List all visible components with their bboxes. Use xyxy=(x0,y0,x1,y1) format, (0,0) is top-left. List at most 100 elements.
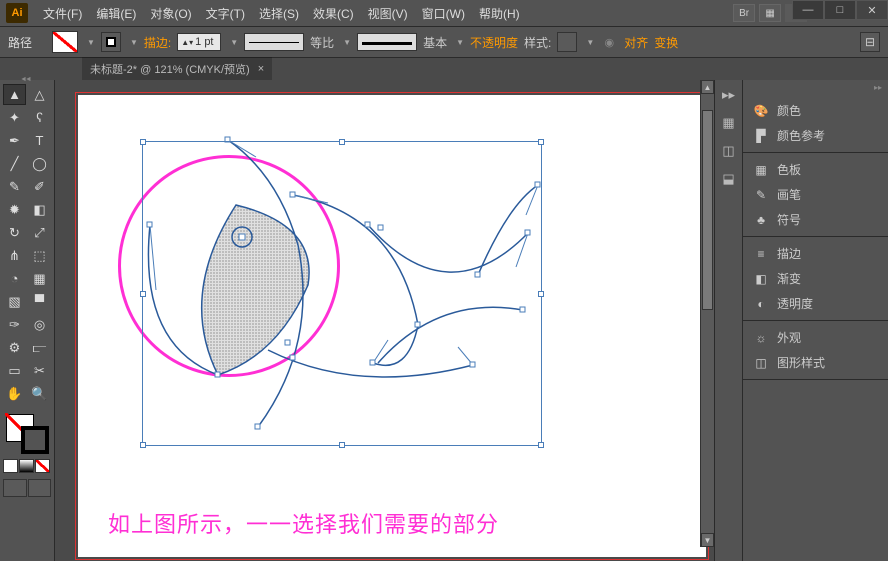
type-tool[interactable]: T xyxy=(28,130,51,151)
symbol-sprayer-tool[interactable]: ⚙ xyxy=(3,337,26,358)
scroll-up-icon[interactable]: ▲ xyxy=(701,80,714,94)
vw-profile[interactable] xyxy=(244,33,304,51)
panel-color[interactable]: 🎨颜色 xyxy=(743,98,888,123)
menu-select[interactable]: 选择(S) xyxy=(252,5,306,22)
toolbox: ▲△ ✦ʕ ✒T ╱◯ ✎✐ ✹◧ ↻⤢ ⋔⬚ ◔▦ ▧▀ ✑◎ ⚙⫍ ▭✂ ✋… xyxy=(0,80,55,561)
vw-dd[interactable]: ▼ xyxy=(343,38,351,47)
eraser-tool[interactable]: ◧ xyxy=(28,199,51,220)
artboard[interactable]: 如上图所示，一一选择我们需要的部分 xyxy=(78,95,706,557)
gradient-tool[interactable]: ▀ xyxy=(28,291,51,312)
brush-label: 基本 xyxy=(423,34,447,51)
minimize-button[interactable]: — xyxy=(792,0,824,20)
stroke-weight-input[interactable]: ▲▾1 pt xyxy=(177,33,221,51)
panel-symbols[interactable]: ♣符号 xyxy=(743,207,888,232)
stroke-weight-dd[interactable]: ▼ xyxy=(230,38,238,47)
scale-tool[interactable]: ⤢ xyxy=(28,222,51,243)
style-dd[interactable]: ▼ xyxy=(586,38,594,47)
color-guide-icon: ▛ xyxy=(753,129,769,143)
line-tool[interactable]: ╱ xyxy=(3,153,26,174)
recolor-icon[interactable]: ◉ xyxy=(600,33,618,51)
fill-dd[interactable]: ▼ xyxy=(87,38,95,47)
swatches-icon: ▦ xyxy=(753,163,769,177)
document-tab[interactable]: 未标题-2* @ 121% (CMYK/预览) × xyxy=(82,57,272,80)
panel-transparency[interactable]: ◐透明度 xyxy=(743,291,888,316)
pencil-tool[interactable]: ✐ xyxy=(28,176,51,197)
dock-expand-icon[interactable]: ▸▸ xyxy=(720,86,738,104)
panel-color-guide[interactable]: ▛颜色参考 xyxy=(743,123,888,148)
menu-type[interactable]: 文字(T) xyxy=(199,5,252,22)
panel-graphic-styles[interactable]: ◫图形样式 xyxy=(743,350,888,375)
tab-close-icon[interactable]: × xyxy=(258,63,264,75)
menu-window[interactable]: 窗口(W) xyxy=(415,5,472,22)
shape-builder-tool[interactable]: ◔ xyxy=(3,268,26,289)
menu-view[interactable]: 视图(V) xyxy=(361,5,415,22)
close-button[interactable]: ✕ xyxy=(856,0,888,20)
zoom-tool[interactable]: 🔍 xyxy=(28,383,51,404)
transform-label[interactable]: 变换 xyxy=(654,34,678,51)
panels-collapse-icon[interactable]: ▸▸ xyxy=(743,80,888,94)
collapsed-dock: ▸▸ ▦ ◫ ⬓ xyxy=(714,80,742,561)
free-transform-tool[interactable]: ⬚ xyxy=(28,245,51,266)
stroke-swatch[interactable] xyxy=(101,32,121,52)
menubar: Ai 文件(F) 编辑(E) 对象(O) 文字(T) 选择(S) 效果(C) 视… xyxy=(0,0,888,26)
perspective-tool[interactable]: ▦ xyxy=(28,268,51,289)
arrange-icon[interactable]: ▦ xyxy=(759,4,781,22)
align-label[interactable]: 对齐 xyxy=(624,34,648,51)
panel-menu-icon[interactable]: ⊟ xyxy=(860,32,880,52)
rotate-tool[interactable]: ↻ xyxy=(3,222,26,243)
bridge-icon[interactable]: Br xyxy=(733,4,755,22)
menu-file[interactable]: 文件(F) xyxy=(36,5,89,22)
brush-dd[interactable]: ▼ xyxy=(456,38,464,47)
document-tabs: 未标题-2* @ 121% (CMYK/预览) × xyxy=(0,58,888,80)
slice-tool[interactable]: ✂ xyxy=(28,360,51,381)
menu-edit[interactable]: 编辑(E) xyxy=(89,5,143,22)
panel-stroke[interactable]: ≡描边 xyxy=(743,241,888,266)
vertical-scrollbar[interactable]: ▲ ▼ xyxy=(700,80,714,547)
scroll-down-icon[interactable]: ▼ xyxy=(701,533,714,547)
panel-swatches[interactable]: ▦色板 xyxy=(743,157,888,182)
menu-effect[interactable]: 效果(C) xyxy=(306,5,361,22)
eyedropper-tool[interactable]: ✑ xyxy=(3,314,26,335)
selection-bounding-box[interactable] xyxy=(142,141,542,446)
style-swatch[interactable] xyxy=(557,32,577,52)
fill-swatch[interactable] xyxy=(52,31,78,53)
scroll-thumb[interactable] xyxy=(702,110,713,310)
graph-tool[interactable]: ⫍ xyxy=(28,337,51,358)
blob-brush-tool[interactable]: ✹ xyxy=(3,199,26,220)
gradient-mode[interactable] xyxy=(19,459,34,473)
tab-title: 未标题-2* @ 121% (CMYK/预览) xyxy=(90,61,250,77)
ellipse-tool[interactable]: ◯ xyxy=(28,153,51,174)
normal-screen[interactable] xyxy=(3,479,27,497)
appearance-icon: ☼ xyxy=(753,331,769,345)
brush-def[interactable] xyxy=(357,33,417,51)
width-tool[interactable]: ⋔ xyxy=(3,245,26,266)
dock-icon-3[interactable]: ⬓ xyxy=(720,170,738,188)
full-screen[interactable] xyxy=(28,479,52,497)
caption-text: 如上图所示，一一选择我们需要的部分 xyxy=(108,507,499,539)
dock-icon-1[interactable]: ▦ xyxy=(720,114,738,132)
panel-gradient[interactable]: ◧渐变 xyxy=(743,266,888,291)
selection-tool[interactable]: ▲ xyxy=(3,84,26,105)
maximize-button[interactable]: □ xyxy=(824,0,856,20)
stroke-dd[interactable]: ▼ xyxy=(130,38,138,47)
blend-tool[interactable]: ◎ xyxy=(28,314,51,335)
menu-help[interactable]: 帮助(H) xyxy=(472,5,527,22)
paintbrush-tool[interactable]: ✎ xyxy=(3,176,26,197)
artboard-tool[interactable]: ▭ xyxy=(3,360,26,381)
mesh-tool[interactable]: ▧ xyxy=(3,291,26,312)
none-mode[interactable] xyxy=(35,459,50,473)
hand-tool[interactable]: ✋ xyxy=(3,383,26,404)
panel-brushes[interactable]: ✎画笔 xyxy=(743,182,888,207)
menu-object[interactable]: 对象(O) xyxy=(143,5,198,22)
canvas[interactable]: 如上图所示，一一选择我们需要的部分 ▲ ▼ xyxy=(55,80,714,561)
lasso-tool[interactable]: ʕ xyxy=(28,107,51,128)
magic-wand-tool[interactable]: ✦ xyxy=(3,107,26,128)
pen-tool[interactable]: ✒ xyxy=(3,130,26,151)
color-mode[interactable] xyxy=(3,459,18,473)
panel-appearance[interactable]: ☼外观 xyxy=(743,325,888,350)
brushes-icon: ✎ xyxy=(753,188,769,202)
direct-selection-tool[interactable]: △ xyxy=(28,84,51,105)
fill-stroke-indicator[interactable] xyxy=(3,414,51,454)
opacity-label[interactable]: 不透明度 xyxy=(470,34,518,51)
dock-icon-2[interactable]: ◫ xyxy=(720,142,738,160)
